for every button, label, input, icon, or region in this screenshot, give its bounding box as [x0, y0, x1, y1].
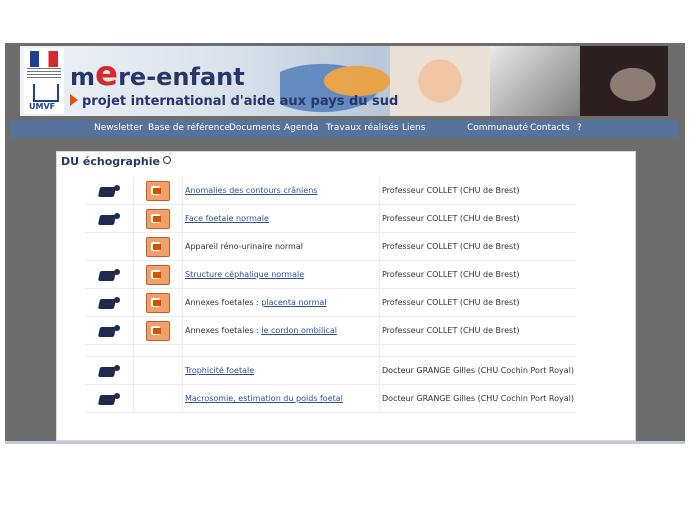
video-camera-icon[interactable] — [97, 267, 121, 283]
ministry-text-lines — [27, 68, 61, 78]
video-cell — [85, 233, 134, 261]
video-cell — [85, 385, 134, 413]
author-cell: Professeur COLLET (CHU de Brest) — [380, 233, 576, 261]
slides-cell — [134, 357, 183, 385]
spacer-cell — [183, 345, 380, 357]
title-cell: Annexes foetales : le cordon ombilical — [183, 317, 380, 345]
site-subtitle: projet international d'aide aux pays du … — [70, 94, 398, 109]
spacer-cell — [134, 345, 183, 357]
content-panel: DU échographie Anomalies des contours cr… — [56, 151, 636, 441]
powerpoint-icon[interactable] — [146, 180, 170, 201]
nav-liens[interactable]: Liens — [402, 123, 425, 133]
umvf-building-icon — [33, 84, 59, 102]
doc-link[interactable]: Face foetale normale — [185, 214, 269, 223]
umvf-logo-text: UMVF — [29, 102, 56, 111]
doc-link[interactable]: Trophicité foetale — [185, 366, 254, 375]
baby-photo — [390, 46, 490, 116]
site-banner: UMVF mere-enfant projet international d'… — [20, 46, 668, 116]
author-cell: Docteur GRANGE Gilles (CHU Cochin Port R… — [380, 357, 576, 385]
main-navbar: Newsletter Base de référence Documents A… — [10, 120, 678, 138]
french-flag-icon — [30, 51, 58, 67]
table-row: Macrosomie, estimation du poids foetal D… — [85, 385, 576, 413]
doc-link[interactable]: placenta normal — [261, 298, 326, 307]
slides-cell — [134, 177, 183, 205]
author-cell: Professeur COLLET (CHU de Brest) — [380, 205, 576, 233]
table-row: Annexes foetales : le cordon ombilical P… — [85, 317, 576, 345]
author-cell: Professeur COLLET (CHU de Brest) — [380, 177, 576, 205]
nav-documents[interactable]: Documents — [229, 123, 280, 133]
nav-newsletter[interactable]: Newsletter — [94, 123, 143, 133]
video-cell — [85, 205, 134, 233]
video-camera-icon[interactable] — [97, 295, 121, 311]
table-row: Appareil réno-urinaire normal Professeur… — [85, 233, 576, 261]
doc-link[interactable]: Macrosomie, estimation du poids foetal — [185, 394, 343, 403]
title-cell: Macrosomie, estimation du poids foetal — [183, 385, 380, 413]
video-cell — [85, 289, 134, 317]
video-camera-icon[interactable] — [97, 363, 121, 379]
slides-cell — [134, 317, 183, 345]
spacer-cell — [85, 345, 134, 357]
nav-travaux[interactable]: Travaux réalisés — [326, 123, 399, 133]
video-camera-icon[interactable] — [97, 211, 121, 227]
video-camera-icon[interactable] — [97, 391, 121, 407]
bottom-divider — [5, 441, 685, 444]
spacer-cell — [380, 345, 576, 357]
slides-cell — [134, 385, 183, 413]
table-row: Structure céphalique normale Professeur … — [85, 261, 576, 289]
author-cell: Professeur COLLET (CHU de Brest) — [380, 289, 576, 317]
nav-communaute[interactable]: Communauté — [467, 123, 528, 133]
doc-link[interactable]: Structure céphalique normale — [185, 270, 304, 279]
doc-link[interactable]: Anomalies des contours crâniens — [185, 186, 317, 195]
table-spacer-row — [85, 345, 576, 357]
table-row: Anomalies des contours crâniens Professe… — [85, 177, 576, 205]
table-row: Trophicité foetale Docteur GRANGE Gilles… — [85, 357, 576, 385]
table-row: Face foetale normale Professeur COLLET (… — [85, 205, 576, 233]
documents-table: Anomalies des contours crâniens Professe… — [85, 177, 576, 413]
powerpoint-icon[interactable] — [146, 236, 170, 257]
title-cell: Trophicité foetale — [183, 357, 380, 385]
ministry-logo[interactable]: UMVF — [24, 48, 64, 114]
nav-help[interactable]: ? — [577, 123, 582, 133]
table-row: Annexes foetales : placenta normal Profe… — [85, 289, 576, 317]
video-camera-icon[interactable] — [97, 323, 121, 339]
powerpoint-icon[interactable] — [146, 292, 170, 313]
author-cell: Docteur GRANGE Gilles (CHU Cochin Port R… — [380, 385, 576, 413]
powerpoint-icon[interactable] — [146, 264, 170, 285]
title-cell: Structure céphalique normale — [183, 261, 380, 289]
arrow-right-icon — [70, 94, 78, 106]
title-cell: Anomalies des contours crâniens — [183, 177, 380, 205]
slides-cell — [134, 261, 183, 289]
slides-cell — [134, 233, 183, 261]
nav-base-reference[interactable]: Base de référence — [148, 123, 230, 133]
video-cell — [85, 357, 134, 385]
title-cell: Face foetale normale — [183, 205, 380, 233]
page-title: DU échographie — [61, 155, 171, 168]
video-camera-icon[interactable] — [97, 183, 121, 199]
doc-link[interactable]: le cordon ombilical — [261, 326, 337, 335]
nav-agenda[interactable]: Agenda — [284, 123, 318, 133]
video-cell — [85, 177, 134, 205]
powerpoint-icon[interactable] — [146, 208, 170, 229]
video-cell — [85, 261, 134, 289]
mother-child-photo — [490, 46, 580, 116]
site-title[interactable]: mere-enfant — [70, 54, 245, 94]
author-cell: Professeur COLLET (CHU de Brest) — [380, 317, 576, 345]
slides-cell — [134, 205, 183, 233]
title-cell: Annexes foetales : placenta normal — [183, 289, 380, 317]
ultrasound-photo — [580, 46, 668, 116]
title-cell: Appareil réno-urinaire normal — [183, 233, 380, 261]
slides-cell — [134, 289, 183, 317]
author-cell: Professeur COLLET (CHU de Brest) — [380, 261, 576, 289]
circle-arrow-icon[interactable] — [162, 156, 171, 164]
video-cell — [85, 317, 134, 345]
nav-contacts[interactable]: Contacts — [530, 123, 570, 133]
powerpoint-icon[interactable] — [146, 320, 170, 341]
